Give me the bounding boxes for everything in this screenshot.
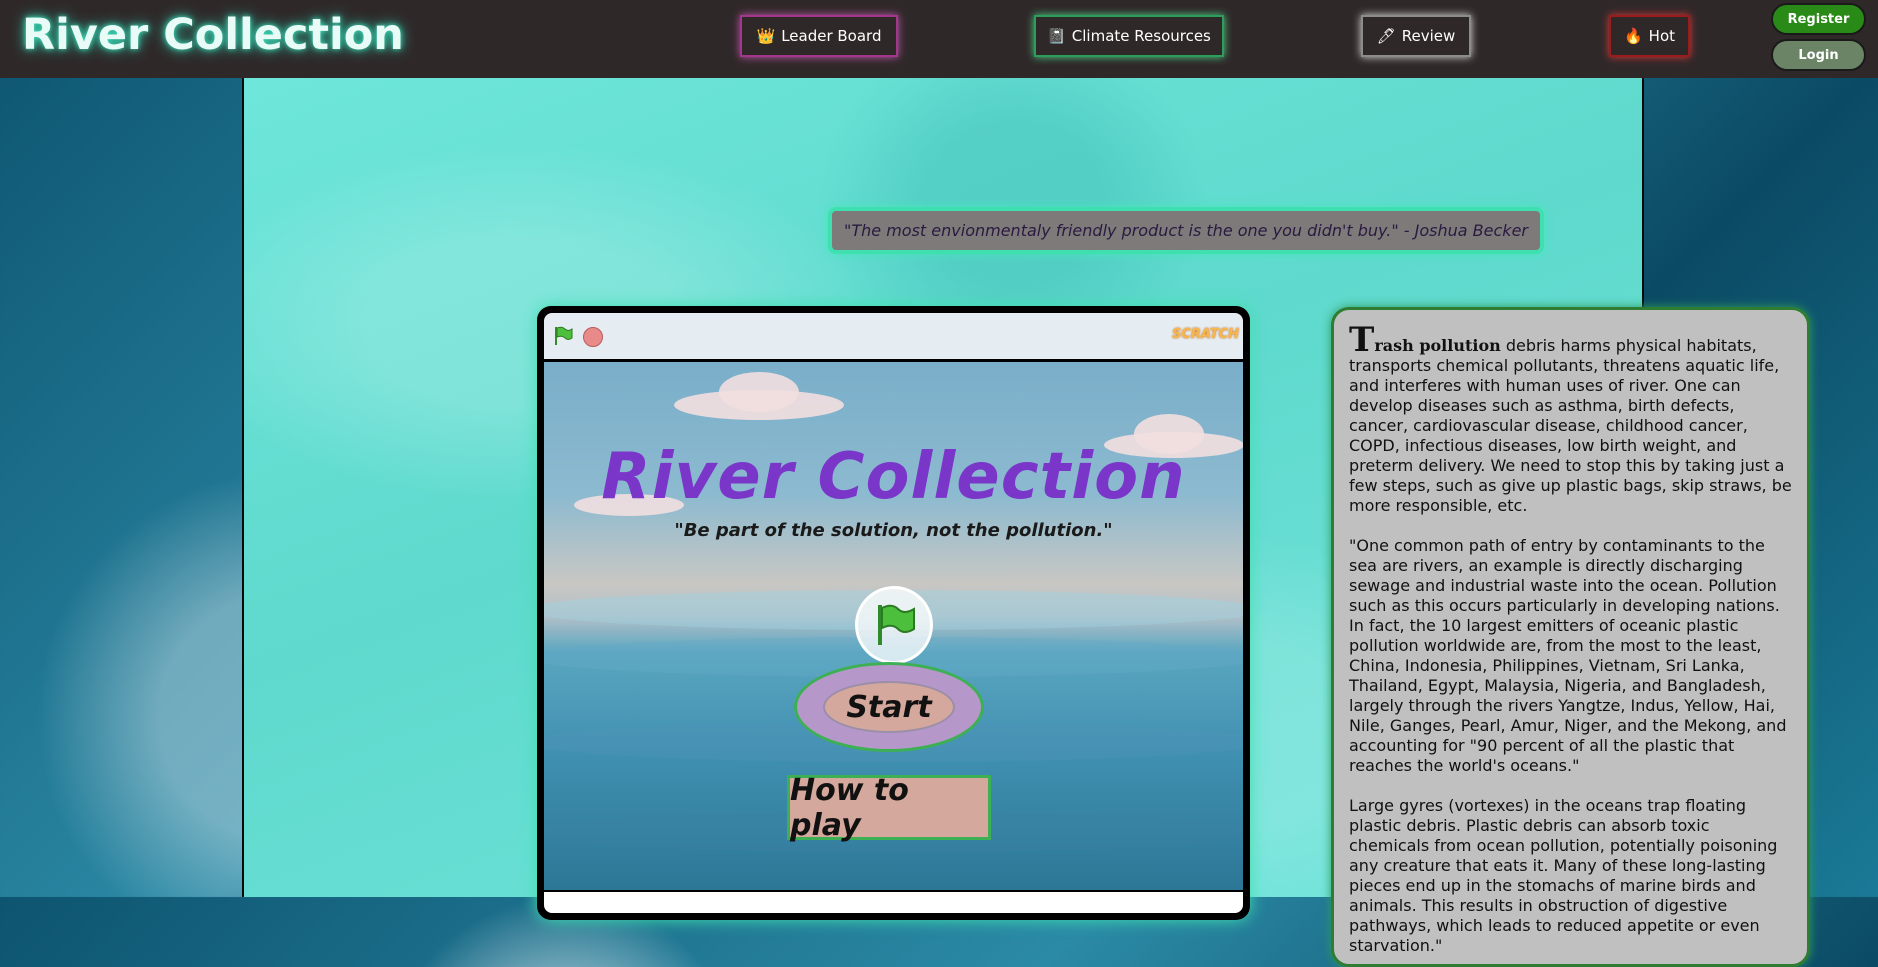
notebook-icon: 📓 [1047, 27, 1066, 45]
nav-hot-button[interactable]: 🔥 Hot [1609, 15, 1690, 57]
green-flag-icon [878, 604, 915, 645]
info-paragraph-2: "One common path of entry by contaminant… [1349, 536, 1787, 775]
main-content: "The most envionmentaly friendly product… [242, 78, 1810, 967]
pen-icon: 🖊 [1376, 27, 1396, 45]
site-brand[interactable]: River Collection [22, 10, 404, 60]
info-paragraph-1: Trash pollution debris harms physical ha… [1349, 323, 1792, 516]
cloud [719, 372, 799, 412]
game-subtitle: "Be part of the solution, not the pollut… [674, 520, 1113, 541]
quote-banner: "The most envionmentaly friendly product… [828, 207, 1544, 254]
game-stage[interactable]: River Collection "Be part of the solutio… [544, 362, 1243, 890]
nav-review-label: Review [1401, 27, 1456, 45]
login-button[interactable]: Login [1771, 39, 1866, 71]
crown-icon: 👑 [756, 27, 776, 45]
nav-review-button[interactable]: 🖊 Review [1361, 15, 1471, 57]
scratch-controls-bar: SCRATCH [544, 313, 1243, 359]
nav-leader-board-button[interactable]: 👑 Leader Board [740, 15, 898, 57]
start-button[interactable]: Start [794, 662, 984, 752]
nav-hot-label: Hot [1648, 27, 1676, 45]
green-flag-overlay-button[interactable] [855, 586, 933, 664]
scratch-player: SCRATCH River Collection "Be part of the… [537, 306, 1250, 920]
scratch-logo[interactable]: SCRATCH [1172, 327, 1239, 342]
nav-leader-board-label: Leader Board [781, 27, 882, 45]
start-label: Start [823, 681, 955, 733]
nav-climate-resources-label: Climate Resources [1071, 27, 1211, 45]
drop-cap: T [1349, 320, 1375, 360]
info-paragraph-1-text: debris harms physical habitats, transpor… [1349, 336, 1792, 515]
info-panel: Trash pollution debris harms physical ha… [1331, 307, 1810, 967]
fire-icon: 🔥 [1623, 27, 1643, 45]
register-button[interactable]: Register [1771, 3, 1866, 35]
game-title: River Collection [601, 440, 1186, 514]
top-navbar: River Collection 👑 Leader Board 📓 Climat… [0, 0, 1878, 78]
info-lead: rash pollution [1374, 336, 1501, 355]
green-flag-icon[interactable] [552, 325, 574, 347]
nav-climate-resources-button[interactable]: 📓 Climate Resources [1034, 15, 1224, 57]
how-to-play-button[interactable]: How to play [787, 773, 991, 843]
info-paragraph-3: Large gyres (vortexes) in the oceans tra… [1349, 796, 1778, 955]
stop-icon[interactable] [583, 327, 603, 347]
scratch-footer [544, 892, 1243, 913]
